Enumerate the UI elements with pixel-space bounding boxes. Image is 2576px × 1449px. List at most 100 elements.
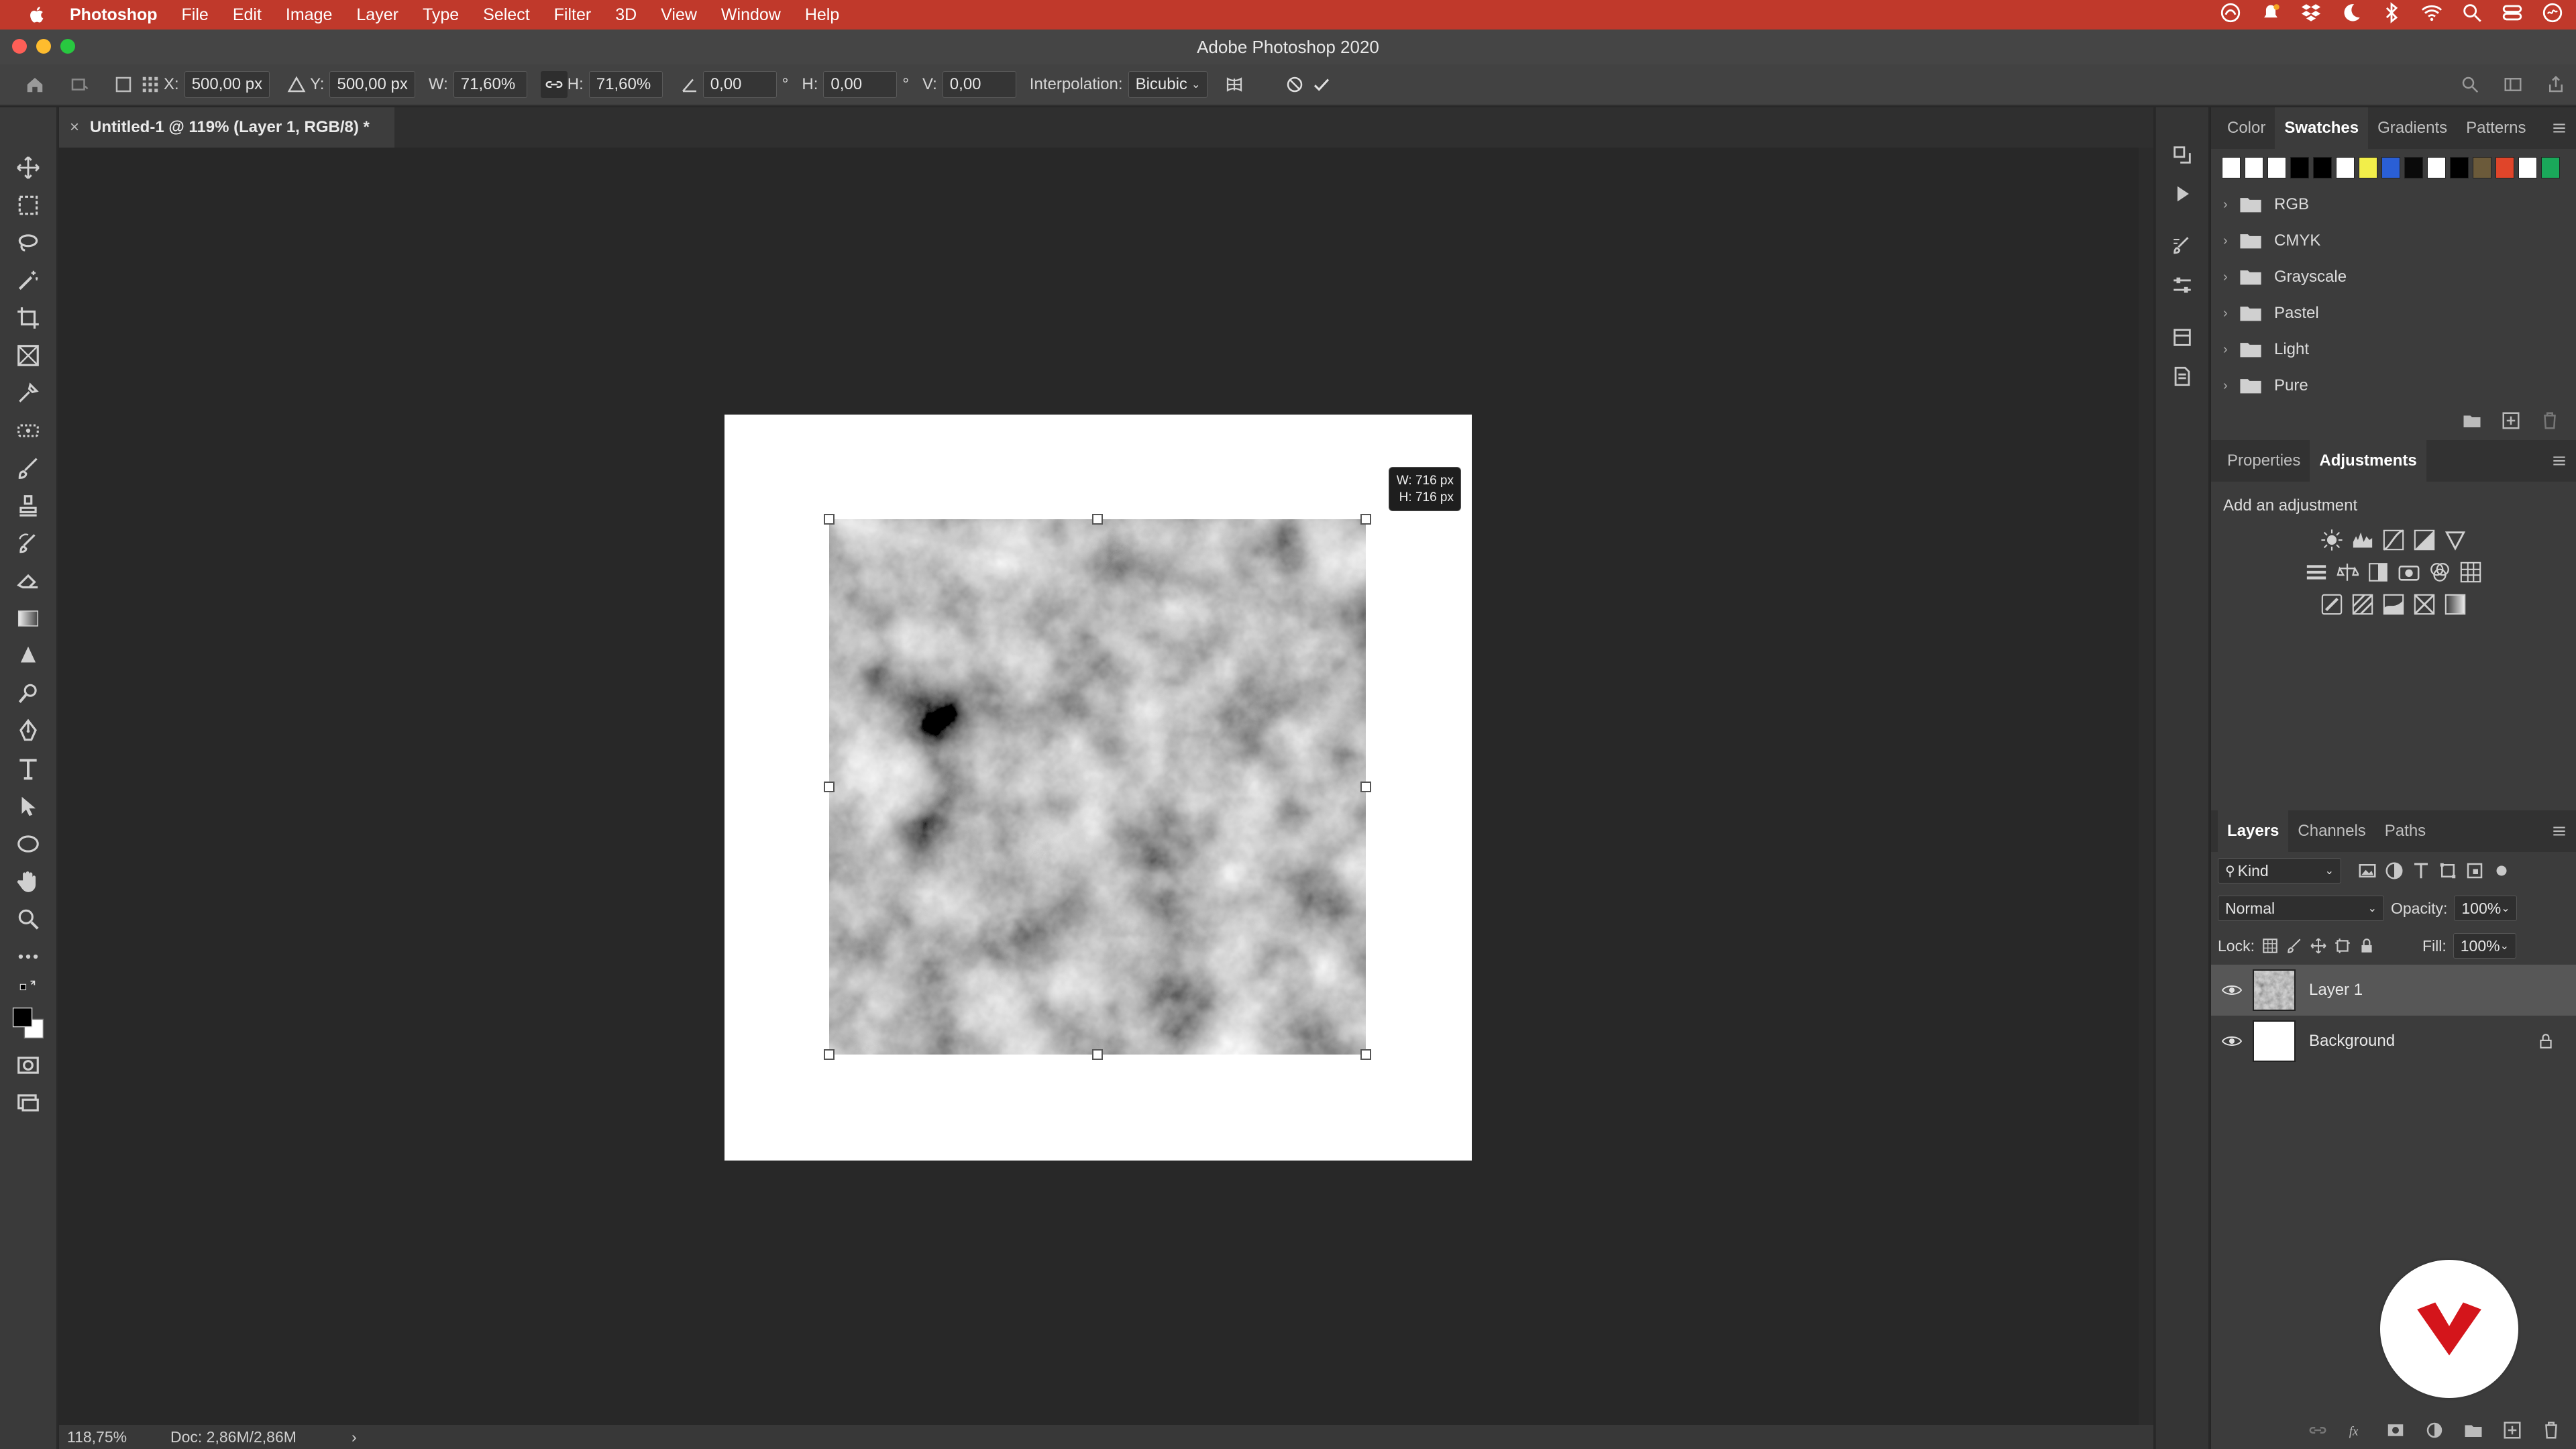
- warp-mode-icon[interactable]: [1221, 71, 1248, 98]
- ellipse-tool-icon[interactable]: [7, 825, 50, 863]
- new-group-icon[interactable]: [2462, 411, 2482, 431]
- crop-tool-icon[interactable]: [7, 299, 50, 337]
- link-layers-icon[interactable]: [2308, 1420, 2328, 1440]
- menu-layer[interactable]: Layer: [344, 0, 411, 30]
- vibrance-icon[interactable]: [2444, 529, 2467, 551]
- transform-handle-right[interactable]: [1360, 782, 1371, 792]
- path-selection-tool-icon[interactable]: [7, 788, 50, 825]
- frame-tool-icon[interactable]: [7, 337, 50, 374]
- panel-menu-icon[interactable]: [2551, 452, 2568, 470]
- menu-image[interactable]: Image: [274, 0, 344, 30]
- search-icon[interactable]: [2457, 71, 2483, 98]
- layer-name[interactable]: Background: [2309, 1032, 2395, 1051]
- swatch-color[interactable]: [2381, 157, 2400, 178]
- transform-handle-left[interactable]: [824, 782, 835, 792]
- transform-handle-top-right[interactable]: [1360, 514, 1371, 525]
- posterize-icon[interactable]: [2351, 593, 2374, 616]
- commit-transform-icon[interactable]: [1308, 71, 1335, 98]
- panel-menu-icon[interactable]: [2551, 119, 2568, 137]
- creative-cloud-icon[interactable]: [2219, 1, 2242, 29]
- menu-edit[interactable]: Edit: [221, 0, 274, 30]
- history-panel-icon[interactable]: [2164, 138, 2200, 172]
- actions-panel-icon[interactable]: [2164, 177, 2200, 211]
- swatch-color[interactable]: [2267, 157, 2286, 178]
- new-layer-icon[interactable]: [2502, 1420, 2522, 1440]
- tab-color[interactable]: Color: [2218, 107, 2275, 149]
- reference-point-grid-icon[interactable]: [137, 71, 164, 98]
- swap-colors-icon[interactable]: [7, 975, 50, 1000]
- more-tools-icon[interactable]: [7, 938, 50, 975]
- layer-filter-select[interactable]: ⚲ Kind ⌄: [2218, 858, 2341, 883]
- blur-tool-icon[interactable]: [7, 637, 50, 675]
- x-position-field[interactable]: 500,00 px: [184, 71, 270, 98]
- swatch-color[interactable]: [2290, 157, 2309, 178]
- brush-tool-icon[interactable]: [7, 449, 50, 487]
- tool-preset-icon[interactable]: [66, 71, 93, 98]
- y-position-field[interactable]: 500,00 px: [329, 71, 415, 98]
- brush-settings-icon[interactable]: [2164, 229, 2200, 263]
- transform-handle-bottom-left[interactable]: [824, 1049, 835, 1060]
- transform-handle-bottom[interactable]: [1092, 1049, 1103, 1060]
- lock-position-icon[interactable]: [2310, 937, 2327, 955]
- transform-handle-top[interactable]: [1092, 514, 1103, 525]
- swatch-color[interactable]: [2313, 157, 2332, 178]
- levels-icon[interactable]: [2351, 529, 2374, 551]
- layer-row-background[interactable]: Background: [2211, 1016, 2576, 1067]
- swatch-color[interactable]: [2450, 157, 2469, 178]
- tab-adjustments[interactable]: Adjustments: [2310, 440, 2426, 482]
- brightness-contrast-icon[interactable]: [2320, 529, 2343, 551]
- eyedropper-tool-icon[interactable]: [7, 374, 50, 412]
- black-white-icon[interactable]: [2367, 561, 2390, 584]
- opacity-field[interactable]: 100% ⌄: [2454, 896, 2518, 921]
- swatch-folder-rgb[interactable]: › RGB: [2211, 186, 2576, 223]
- moon-icon[interactable]: [2340, 1, 2363, 29]
- quick-mask-icon[interactable]: [7, 1046, 50, 1084]
- tab-channels[interactable]: Channels: [2288, 810, 2375, 852]
- lock-transparent-pixels-icon[interactable]: [2261, 937, 2279, 955]
- libraries-panel-icon[interactable]: [2164, 321, 2200, 354]
- magic-wand-tool-icon[interactable]: [7, 262, 50, 299]
- link-aspect-ratio-icon[interactable]: [540, 71, 568, 98]
- share-icon[interactable]: [2542, 71, 2569, 98]
- swatch-color[interactable]: [2518, 157, 2537, 178]
- tab-patterns[interactable]: Patterns: [2457, 107, 2535, 149]
- swatch-color[interactable]: [2336, 157, 2355, 178]
- healing-brush-tool-icon[interactable]: [7, 412, 50, 449]
- screen-mode-icon[interactable]: [7, 1084, 50, 1122]
- type-tool-icon[interactable]: [7, 750, 50, 788]
- new-group-icon[interactable]: [2463, 1420, 2483, 1440]
- history-brush-tool-icon[interactable]: [7, 525, 50, 562]
- lock-image-pixels-icon[interactable]: [2286, 937, 2303, 955]
- layer-lock-icon[interactable]: [2537, 1032, 2555, 1051]
- menu-filter[interactable]: Filter: [542, 0, 604, 30]
- tab-gradients[interactable]: Gradients: [2368, 107, 2457, 149]
- tab-paths[interactable]: Paths: [2375, 810, 2435, 852]
- document-tab[interactable]: × Untitled-1 @ 119% (Layer 1, RGB/8) *: [59, 107, 394, 148]
- rotate-angle-field[interactable]: 0,00: [702, 71, 777, 98]
- swatch-color[interactable]: [2404, 157, 2423, 178]
- tab-layers[interactable]: Layers: [2218, 810, 2289, 852]
- lock-artboard-icon[interactable]: [2334, 937, 2351, 955]
- filter-smart-object-icon[interactable]: [2465, 861, 2485, 881]
- hand-tool-icon[interactable]: [7, 863, 50, 900]
- swatch-folder-pastel[interactable]: › Pastel: [2211, 295, 2576, 331]
- new-swatch-icon[interactable]: [2501, 411, 2521, 431]
- menu-type[interactable]: Type: [411, 0, 471, 30]
- siri-icon[interactable]: [2541, 1, 2564, 29]
- swatch-color[interactable]: [2496, 157, 2514, 178]
- dropbox-icon[interactable]: [2300, 1, 2322, 29]
- gradient-map-icon[interactable]: [2444, 593, 2467, 616]
- transform-handle-top-left[interactable]: [824, 514, 835, 525]
- swatch-folder-cmyk[interactable]: › CMYK: [2211, 223, 2576, 259]
- menu-select[interactable]: Select: [471, 0, 541, 30]
- layer-name[interactable]: Layer 1: [2309, 981, 2363, 1000]
- invert-icon[interactable]: [2320, 593, 2343, 616]
- hue-saturation-icon[interactable]: [2305, 561, 2328, 584]
- color-lookup-icon[interactable]: [2459, 561, 2482, 584]
- apple-icon[interactable]: [23, 0, 52, 30]
- delete-layer-icon[interactable]: [2541, 1420, 2561, 1440]
- new-adjustment-layer-icon[interactable]: [2424, 1420, 2445, 1440]
- swatch-folder-pure[interactable]: › Pure: [2211, 368, 2576, 404]
- vertical-skew-field[interactable]: 0,00: [942, 71, 1016, 98]
- channel-mixer-icon[interactable]: [2428, 561, 2451, 584]
